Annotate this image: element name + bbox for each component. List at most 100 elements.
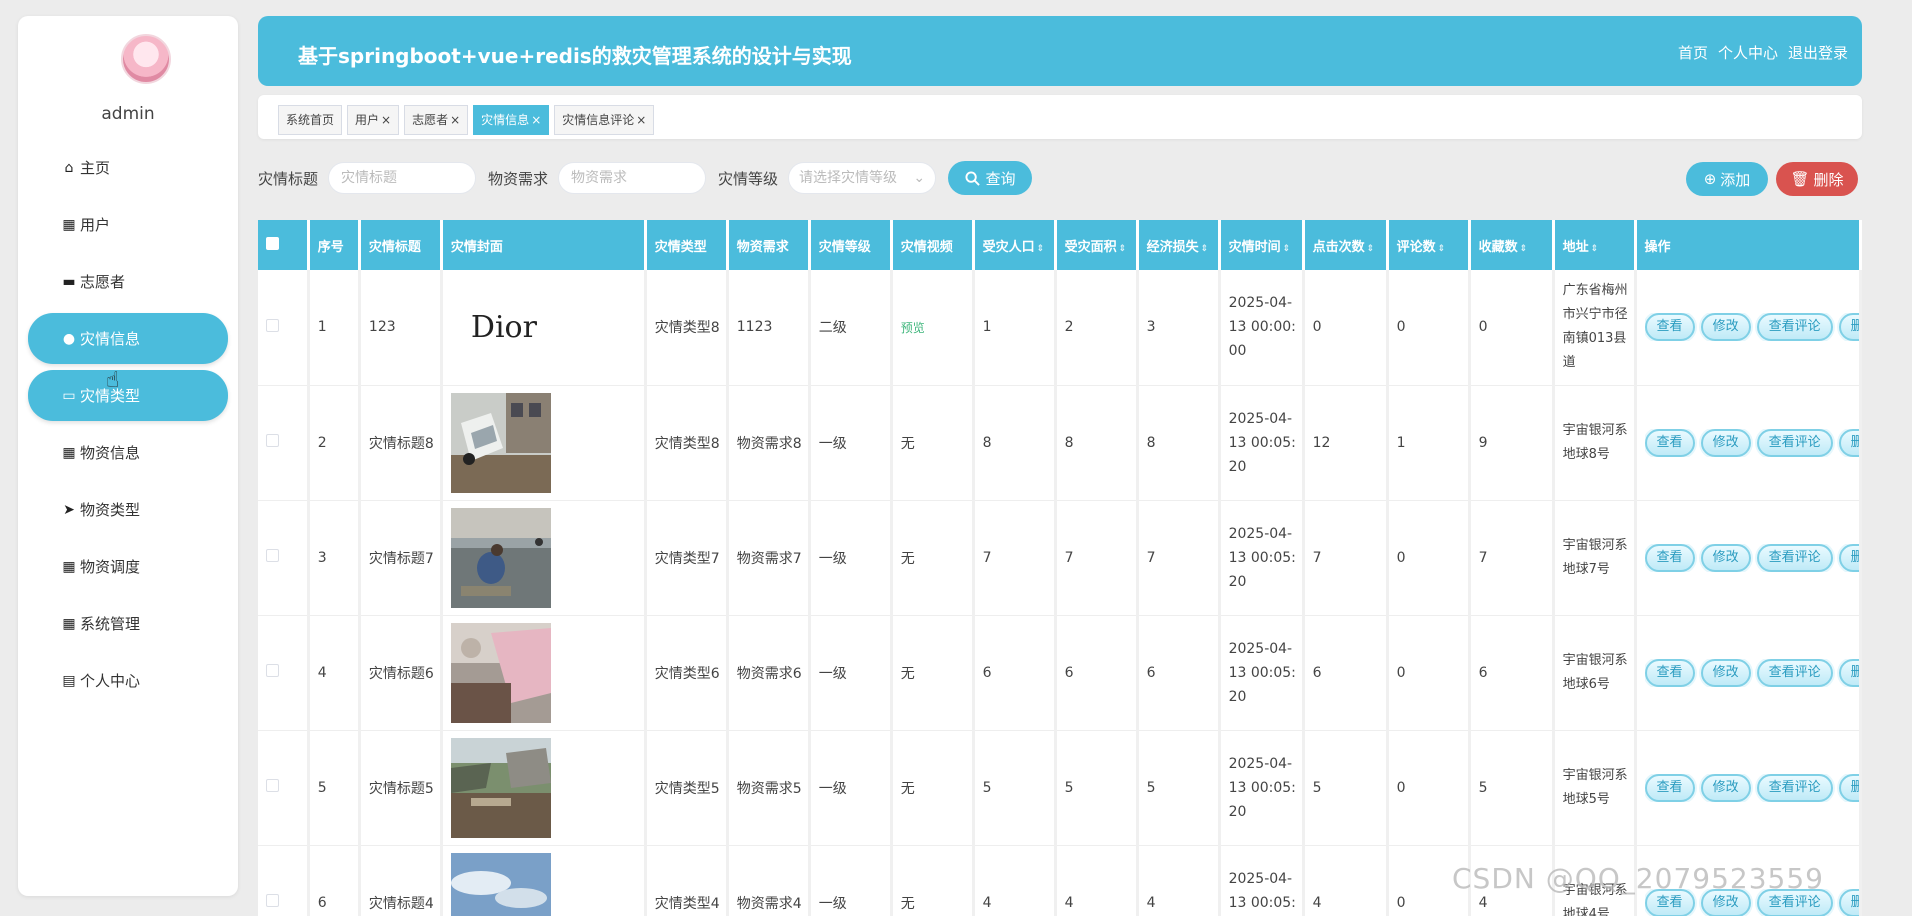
- column-header-5[interactable]: 灾情等级: [809, 220, 893, 270]
- view-comments-button[interactable]: 查看评论: [1756, 658, 1833, 687]
- column-header-11[interactable]: 点击次数 ⇕: [1303, 220, 1389, 270]
- sidebar-item-5[interactable]: ▦ 物资信息: [28, 427, 228, 478]
- delete-row-button[interactable]: 删除: [1838, 428, 1858, 457]
- view-comments-button[interactable]: 查看评论: [1756, 428, 1833, 457]
- cell-time: 2025-04-13 00:05:20: [1219, 730, 1305, 846]
- column-header-9[interactable]: 经济损失 ⇕: [1137, 220, 1221, 270]
- sort-icon[interactable]: ⇕: [1037, 244, 1045, 254]
- tab-1[interactable]: 用户 ×: [347, 105, 400, 135]
- edit-button[interactable]: 修改: [1700, 658, 1751, 687]
- sort-icon[interactable]: ⇕: [1283, 244, 1291, 254]
- row-checkbox[interactable]: [266, 434, 279, 447]
- video-value: 无: [900, 550, 915, 567]
- add-button[interactable]: ⊕ 添加: [1686, 162, 1768, 196]
- close-icon[interactable]: ×: [531, 113, 541, 127]
- column-header-6[interactable]: 灾情视频: [891, 220, 975, 270]
- view-button[interactable]: 查看: [1644, 773, 1695, 802]
- sidebar-item-0[interactable]: ⌂ 主页: [28, 142, 228, 193]
- video-preview-link[interactable]: 预览: [901, 321, 925, 335]
- column-header-10[interactable]: 灾情时间 ⇕: [1219, 220, 1305, 270]
- edit-button[interactable]: 修改: [1700, 428, 1751, 457]
- level-select-placeholder: 请选择灾情等级: [799, 170, 898, 186]
- cell-title: 灾情标题8: [359, 385, 443, 501]
- cell-value: 7: [1478, 549, 1488, 566]
- level-select[interactable]: 请选择灾情等级 ⌄: [788, 162, 937, 194]
- column-header-13[interactable]: 收藏数 ⇕: [1469, 220, 1555, 270]
- title-search-input[interactable]: 灾情标题: [328, 162, 477, 194]
- query-button[interactable]: 查询: [948, 161, 1033, 195]
- delete-row-button[interactable]: 删除: [1838, 658, 1858, 687]
- cell-level: 一级: [809, 615, 893, 731]
- column-header-4[interactable]: 物资需求: [727, 220, 811, 270]
- edit-button[interactable]: 修改: [1700, 773, 1751, 802]
- delete-row-button[interactable]: 删除: [1838, 543, 1858, 572]
- view-button[interactable]: 查看: [1644, 543, 1695, 572]
- close-icon[interactable]: ×: [381, 113, 391, 127]
- grid-icon: ▦: [62, 444, 76, 461]
- delete-row-button[interactable]: 删除: [1838, 313, 1858, 342]
- view-button[interactable]: 查看: [1644, 428, 1695, 457]
- row-checkbox[interactable]: [266, 779, 279, 792]
- column-header-12[interactable]: 评论数 ⇕: [1387, 220, 1471, 270]
- sidebar-item-label: 主页: [80, 159, 111, 177]
- cell-value: 2025-04-13 00:05:20: [1228, 640, 1296, 705]
- column-header-3[interactable]: 灾情类型: [645, 220, 729, 270]
- delete-button[interactable]: 🗑 删除: [1776, 162, 1858, 196]
- sidebar-item-6[interactable]: ➤ 物资类型: [28, 484, 228, 535]
- cell-area: 4: [1055, 845, 1139, 916]
- sidebar-item-3[interactable]: ● 灾情信息: [28, 313, 228, 364]
- sort-icon[interactable]: ⇕: [1520, 244, 1528, 254]
- select-all-header: [258, 220, 310, 270]
- column-header-0[interactable]: 序号: [308, 220, 361, 270]
- row-checkbox[interactable]: [266, 664, 279, 677]
- select-all-checkbox[interactable]: [266, 236, 279, 250]
- edit-button[interactable]: 修改: [1700, 313, 1751, 342]
- column-header-7[interactable]: 受灾人口 ⇕: [973, 220, 1057, 270]
- home-link[interactable]: 首页: [1678, 42, 1708, 63]
- column-header-8[interactable]: 受灾面积 ⇕: [1055, 220, 1139, 270]
- row-select-cell: [258, 500, 310, 616]
- tab-2[interactable]: 志愿者 ×: [404, 105, 469, 135]
- sidebar-item-2[interactable]: ▬ 志愿者: [28, 256, 228, 307]
- sort-icon[interactable]: ⇕: [1119, 244, 1127, 254]
- cell-no: 5: [308, 730, 361, 846]
- row-checkbox[interactable]: [266, 318, 279, 332]
- sort-icon[interactable]: ⇕: [1367, 244, 1375, 254]
- close-icon[interactable]: ×: [636, 113, 646, 127]
- tab-0[interactable]: 系统首页: [278, 105, 343, 135]
- view-comments-button[interactable]: 查看评论: [1756, 313, 1833, 342]
- sidebar-item-4[interactable]: ▭ 灾情类型: [28, 370, 228, 421]
- column-header-1[interactable]: 灾情标题: [359, 220, 443, 270]
- edit-button[interactable]: 修改: [1700, 543, 1751, 572]
- cell-video: 无: [891, 385, 975, 501]
- avatar[interactable]: [121, 34, 171, 84]
- sidebar-item-9[interactable]: ▤ 个人中心: [28, 655, 228, 706]
- delete-row-button[interactable]: 删除: [1838, 888, 1858, 916]
- row-checkbox[interactable]: [266, 549, 279, 562]
- view-comments-button[interactable]: 查看评论: [1756, 773, 1833, 802]
- row-actions: 查看修改查看评论删除: [1644, 543, 1858, 572]
- sort-icon[interactable]: ⇕: [1201, 244, 1209, 254]
- sort-icon[interactable]: ⇕: [1438, 244, 1446, 254]
- column-header-14[interactable]: 地址 ⇕: [1553, 220, 1637, 270]
- sort-icon[interactable]: ⇕: [1591, 244, 1599, 254]
- cell-value: 物资需求8: [736, 435, 802, 452]
- sidebar-item-1[interactable]: ▦ 用户: [28, 199, 228, 250]
- cell-no: 2: [308, 385, 361, 501]
- sidebar-item-8[interactable]: ▦ 系统管理: [28, 598, 228, 649]
- need-search-input[interactable]: 物资需求: [558, 162, 707, 194]
- view-button[interactable]: 查看: [1644, 313, 1695, 342]
- tab-4[interactable]: 灾情信息评论 ×: [554, 105, 655, 135]
- column-header-15[interactable]: 操作: [1635, 220, 1862, 270]
- cell-value: 灾情类型6: [654, 665, 720, 682]
- view-comments-button[interactable]: 查看评论: [1756, 543, 1833, 572]
- sidebar-item-7[interactable]: ▦ 物资调度: [28, 541, 228, 592]
- logout-link[interactable]: 退出登录: [1788, 42, 1848, 63]
- view-button[interactable]: 查看: [1644, 658, 1695, 687]
- row-checkbox[interactable]: [266, 894, 279, 907]
- profile-link[interactable]: 个人中心: [1718, 42, 1778, 63]
- tab-3[interactable]: 灾情信息 ×: [473, 105, 550, 135]
- close-icon[interactable]: ×: [450, 113, 460, 127]
- column-header-2[interactable]: 灾情封面: [441, 220, 647, 270]
- delete-row-button[interactable]: 删除: [1838, 773, 1858, 802]
